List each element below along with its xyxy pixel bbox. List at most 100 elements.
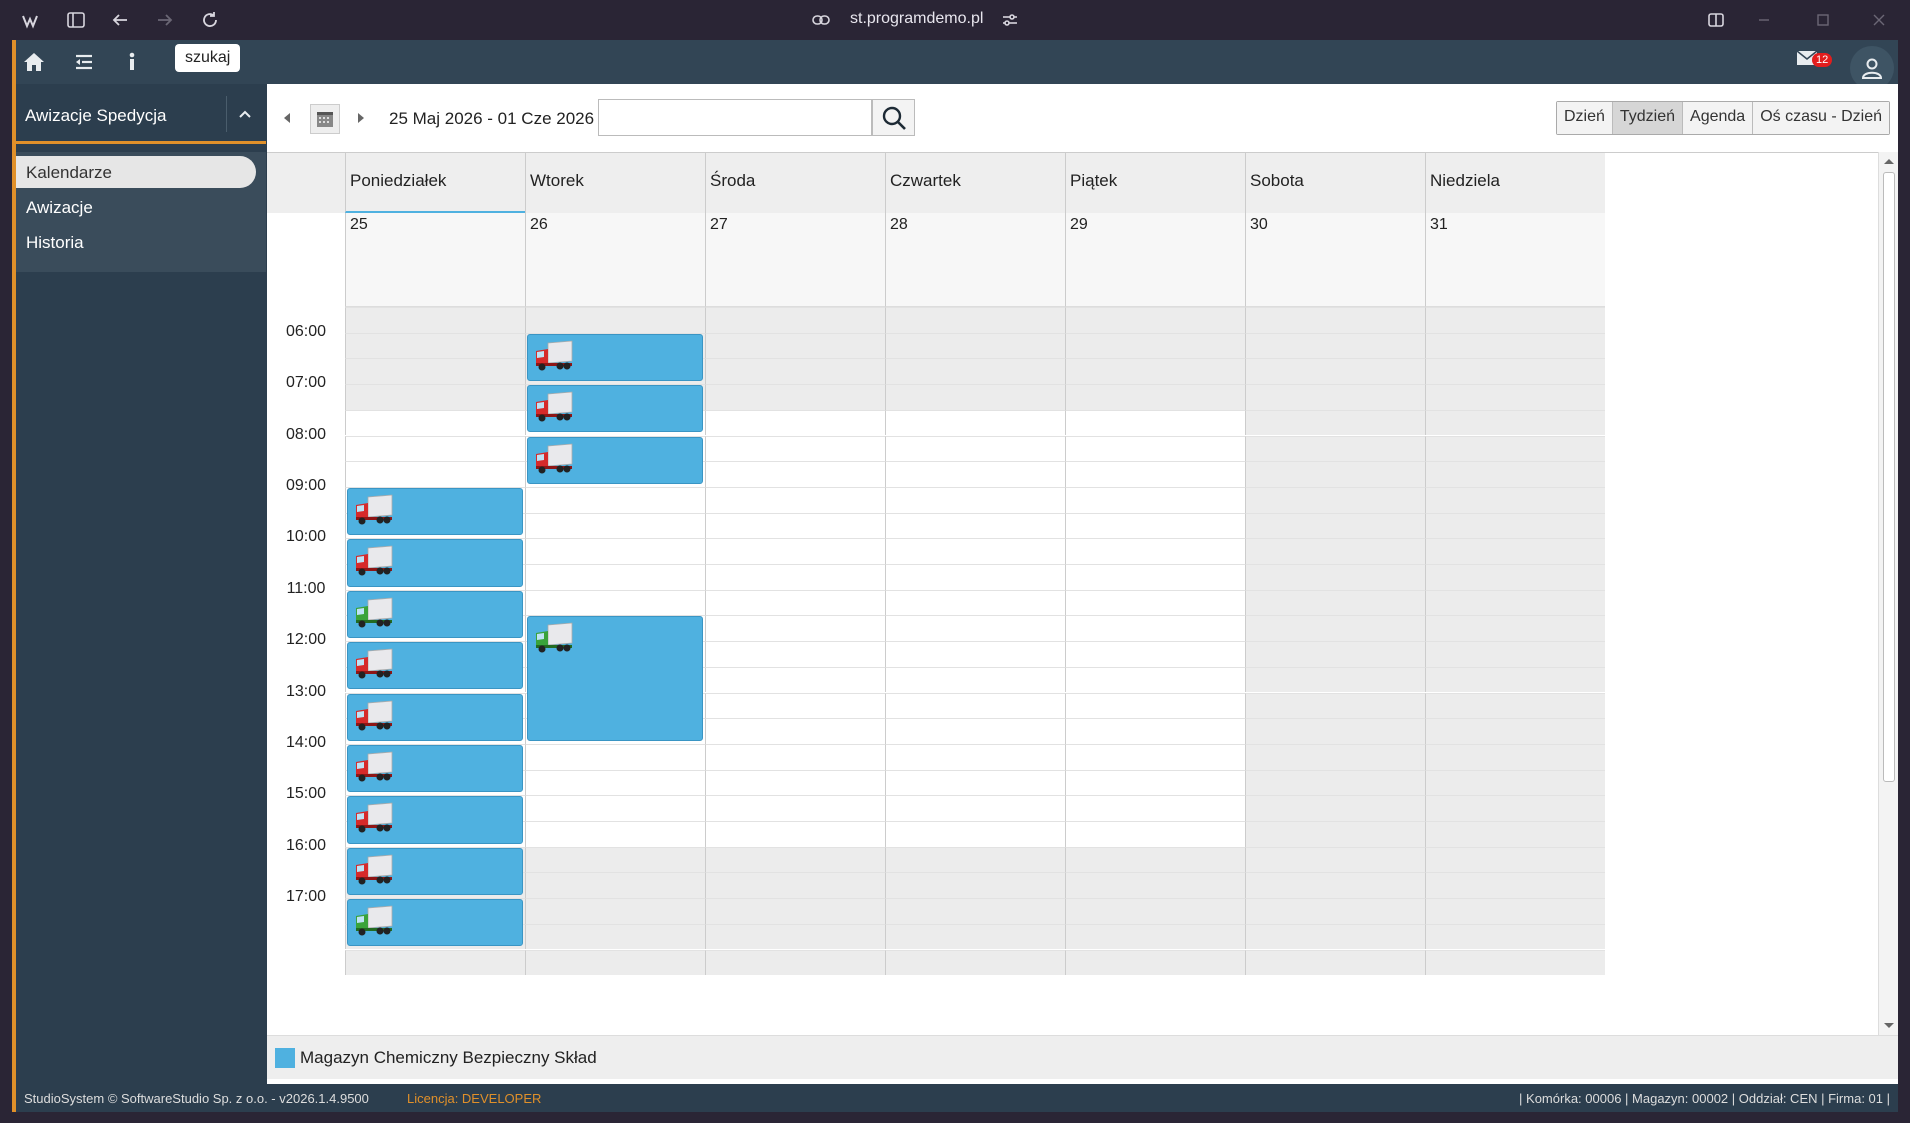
day-date[interactable]: 29 [1065, 213, 1245, 307]
time-slot[interactable] [525, 949, 705, 976]
time-slot[interactable] [1425, 898, 1605, 924]
time-slot[interactable] [705, 872, 885, 899]
time-slot[interactable] [1425, 512, 1605, 539]
time-slot[interactable] [1245, 666, 1425, 693]
time-slot[interactable] [1065, 718, 1245, 744]
menu-collapse-icon[interactable] [68, 48, 100, 76]
time-slot[interactable] [705, 692, 885, 719]
time-slot[interactable] [1245, 821, 1425, 847]
back-icon[interactable] [108, 8, 132, 32]
time-slot[interactable] [1065, 846, 1245, 873]
time-slot[interactable] [345, 384, 525, 410]
time-slot[interactable] [1245, 461, 1425, 487]
time-slot[interactable] [1245, 589, 1425, 616]
time-slot[interactable] [1245, 872, 1425, 899]
time-slot[interactable] [1425, 641, 1605, 667]
time-slot[interactable] [885, 692, 1065, 719]
maximize-icon[interactable] [1811, 8, 1835, 32]
time-slot[interactable] [885, 358, 1065, 385]
time-slot[interactable] [885, 821, 1065, 847]
time-slot[interactable] [525, 872, 705, 899]
time-slot[interactable] [1245, 538, 1425, 564]
time-slot[interactable] [1065, 512, 1245, 539]
time-slot[interactable] [885, 615, 1065, 642]
time-slot[interactable] [885, 564, 1065, 590]
day-header[interactable]: Piątek [1065, 153, 1245, 213]
day-date[interactable]: 31 [1425, 213, 1605, 307]
calendar-event[interactable] [347, 693, 523, 741]
time-slot[interactable] [705, 461, 885, 487]
time-slot[interactable] [705, 718, 885, 744]
day-date[interactable]: 30 [1245, 213, 1425, 307]
time-slot[interactable] [885, 923, 1065, 950]
time-slot[interactable] [705, 949, 885, 976]
prev-week-icon[interactable] [275, 106, 299, 130]
time-slot[interactable] [705, 898, 885, 924]
time-slot[interactable] [1065, 743, 1245, 770]
time-slot[interactable] [885, 898, 1065, 924]
day-header[interactable]: Niedziela [1425, 153, 1605, 213]
time-slot[interactable] [1065, 538, 1245, 564]
close-icon[interactable] [1867, 8, 1891, 32]
calendar-search-input[interactable] [598, 99, 872, 136]
time-slot[interactable] [885, 384, 1065, 410]
time-slot[interactable] [1065, 589, 1245, 616]
time-slot[interactable] [885, 307, 1065, 333]
time-slot[interactable] [1245, 923, 1425, 950]
time-slot[interactable] [1425, 358, 1605, 385]
day-header[interactable]: Wtorek [525, 153, 705, 213]
scroll-up-icon[interactable] [1879, 154, 1899, 168]
time-slot[interactable] [525, 846, 705, 873]
site-settings-icon[interactable] [998, 8, 1022, 32]
time-slot[interactable] [885, 589, 1065, 616]
time-slot[interactable] [525, 486, 705, 513]
time-slot[interactable] [705, 307, 885, 333]
scroll-down-icon[interactable] [1879, 1019, 1899, 1033]
time-slot[interactable] [1425, 307, 1605, 333]
calendar-event[interactable] [347, 847, 523, 896]
time-slot[interactable] [885, 846, 1065, 873]
sidebar-collapse-button[interactable] [226, 96, 262, 132]
time-slot[interactable] [525, 538, 705, 564]
time-slot[interactable] [345, 307, 525, 333]
time-slot[interactable] [705, 743, 885, 770]
time-slot[interactable] [1245, 743, 1425, 770]
calendar-event[interactable] [527, 385, 703, 433]
calendar-event[interactable] [527, 333, 703, 382]
day-header[interactable]: Środa [705, 153, 885, 213]
time-slot[interactable] [705, 564, 885, 590]
time-slot[interactable] [885, 486, 1065, 513]
time-slot[interactable] [705, 358, 885, 385]
time-slot[interactable] [1065, 435, 1245, 462]
time-slot[interactable] [1425, 409, 1605, 436]
time-slot[interactable] [1425, 332, 1605, 359]
time-slot[interactable] [705, 435, 885, 462]
time-slot[interactable] [1425, 821, 1605, 847]
time-slot[interactable] [1425, 666, 1605, 693]
time-slot[interactable] [705, 846, 885, 873]
time-slot[interactable] [1245, 332, 1425, 359]
time-slot[interactable] [885, 795, 1065, 821]
time-slot[interactable] [705, 384, 885, 410]
time-slot[interactable] [1425, 692, 1605, 719]
time-slot[interactable] [1245, 898, 1425, 924]
time-slot[interactable] [345, 949, 525, 976]
view-week-button[interactable]: Tydzień [1612, 102, 1684, 134]
time-slot[interactable] [525, 589, 705, 616]
time-slot[interactable] [1245, 692, 1425, 719]
time-slot[interactable] [885, 743, 1065, 770]
time-slot[interactable] [885, 872, 1065, 899]
time-slot[interactable] [1065, 821, 1245, 847]
time-slot[interactable] [1065, 461, 1245, 487]
time-slot[interactable] [1425, 461, 1605, 487]
time-slot[interactable] [1425, 718, 1605, 744]
time-slot[interactable] [525, 564, 705, 590]
time-slot[interactable] [705, 409, 885, 436]
time-slot[interactable] [525, 821, 705, 847]
time-slot[interactable] [1245, 615, 1425, 642]
time-slot[interactable] [1245, 769, 1425, 796]
time-slot[interactable] [1425, 615, 1605, 642]
time-slot[interactable] [1245, 949, 1425, 976]
time-slot[interactable] [1245, 409, 1425, 436]
calendar-grid[interactable]: Poniedziałek 25 Wtorek 26 Środa 27 Czwartek 28 P… [267, 152, 1898, 1035]
